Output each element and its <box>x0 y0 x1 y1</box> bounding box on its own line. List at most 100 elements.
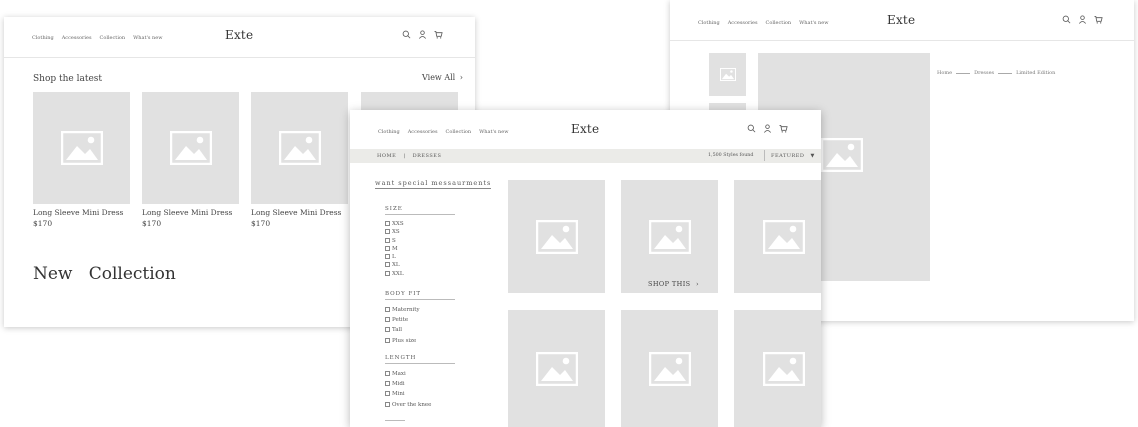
product-image[interactable] <box>508 180 605 293</box>
product-price: $170 <box>142 219 162 228</box>
breadcrumb-home[interactable]: Home <box>937 70 952 76</box>
user-icon[interactable] <box>418 30 427 39</box>
product-image[interactable] <box>734 180 821 293</box>
breadcrumb: Home Dresses Limited Edition <box>937 70 1055 76</box>
brand-logo[interactable]: Exte <box>225 28 253 42</box>
filter-option-label: Maxi <box>392 371 406 377</box>
search-icon[interactable] <box>1062 15 1071 24</box>
filter-option[interactable]: Midi <box>385 379 431 389</box>
checkbox[interactable] <box>385 262 390 268</box>
user-icon[interactable] <box>763 124 772 133</box>
filter-option-label: XXL <box>392 270 404 277</box>
checkbox[interactable] <box>385 391 390 397</box>
cart-icon[interactable] <box>779 124 788 133</box>
breadcrumb-divider <box>998 72 1013 74</box>
nav-collection[interactable]: Collection <box>766 20 792 26</box>
checkbox[interactable] <box>385 221 390 226</box>
nav-clothing[interactable]: Clothing <box>32 35 54 41</box>
checkbox[interactable] <box>385 337 390 343</box>
product-image[interactable] <box>33 92 130 204</box>
filter-option[interactable]: XXS <box>385 220 404 228</box>
breadcrumb-home[interactable]: HOME <box>377 153 396 159</box>
checkbox[interactable] <box>385 371 390 376</box>
nav-accessories[interactable]: Accessories <box>728 20 758 26</box>
home-nav: Clothing Accessories Collection What's n… <box>32 35 163 41</box>
nav-accessories[interactable]: Accessories <box>408 129 438 135</box>
filter-option[interactable]: XS <box>385 228 404 236</box>
filter-option[interactable]: Over the knee <box>385 400 431 410</box>
nav-whats-new[interactable]: What's new <box>133 35 162 41</box>
view-all-link[interactable]: View All › <box>422 73 463 82</box>
brand-logo[interactable]: Exte <box>571 122 599 136</box>
nav-whats-new[interactable]: What's new <box>479 129 508 135</box>
image-placeholder-icon <box>719 68 736 81</box>
filter-option-label: Petite <box>392 317 409 324</box>
checkbox[interactable] <box>385 254 390 260</box>
product-image[interactable] <box>621 180 718 293</box>
thumbnail-image[interactable] <box>709 53 746 96</box>
caret-down-icon: ▼ <box>810 152 815 159</box>
filter-option[interactable]: Maternity <box>385 305 420 315</box>
nav-collection[interactable]: Collection <box>446 129 472 135</box>
filter-option-label: Maternity <box>392 307 420 313</box>
user-icon[interactable] <box>1078 15 1087 24</box>
product-price: $170 <box>251 219 271 228</box>
shop-this-button[interactable]: SHOP THIS › <box>648 280 699 288</box>
home-header: Clothing Accessories Collection What's n… <box>4 17 475 58</box>
cart-icon[interactable] <box>434 30 443 39</box>
filter-length-options: Maxi Midi Mini Over the knee <box>385 369 431 410</box>
checkbox[interactable] <box>385 307 390 312</box>
sort-label: FEATURED <box>771 152 805 159</box>
image-placeholder-icon <box>60 131 103 165</box>
filter-option-label: Tall <box>392 327 403 334</box>
checkbox[interactable] <box>385 229 390 235</box>
filter-body-fit-title: BODY FIT <box>385 291 455 300</box>
view-all-label: View All <box>422 73 456 82</box>
listing-page-window: Clothing Accessories Collection What's n… <box>350 110 821 427</box>
special-measurements-link[interactable]: want special messaurments <box>375 179 492 189</box>
nav-clothing[interactable]: Clothing <box>378 129 400 135</box>
checkbox[interactable] <box>385 237 390 243</box>
checkbox[interactable] <box>385 401 390 407</box>
search-icon[interactable] <box>402 30 411 39</box>
header-icons <box>747 124 788 133</box>
product-name[interactable]: Long Sleeve Mini Dress <box>142 208 232 217</box>
image-placeholder-icon <box>278 131 321 165</box>
product-image[interactable] <box>621 310 718 427</box>
filter-option[interactable]: M <box>385 245 404 253</box>
filter-option[interactable]: XXL <box>385 270 404 278</box>
checkbox[interactable] <box>385 245 390 251</box>
product-image[interactable] <box>142 92 239 204</box>
filter-size-options: XXS XS S M L XL XXL <box>385 220 404 278</box>
checkbox[interactable] <box>385 270 390 276</box>
nav-clothing[interactable]: Clothing <box>698 20 720 26</box>
filter-option[interactable]: Mini <box>385 389 431 399</box>
checkbox[interactable] <box>385 327 390 333</box>
filter-option[interactable]: S <box>385 237 404 245</box>
sort-dropdown[interactable]: FEATURED ▼ <box>764 150 816 161</box>
filter-option[interactable]: Petite <box>385 315 420 325</box>
nav-accessories[interactable]: Accessories <box>62 35 92 41</box>
breadcrumb-dresses[interactable]: Dresses <box>974 70 994 76</box>
product-image[interactable] <box>251 92 348 204</box>
header-icons <box>402 30 443 39</box>
brand-logo[interactable]: Exte <box>887 13 915 27</box>
nav-collection[interactable]: Collection <box>100 35 126 41</box>
product-image[interactable] <box>508 310 605 427</box>
filter-option[interactable]: Plus size <box>385 336 420 346</box>
filter-option[interactable]: XL <box>385 261 404 269</box>
nav-whats-new[interactable]: What's new <box>799 20 828 26</box>
checkbox[interactable] <box>385 317 390 323</box>
filter-length-title: LENGTH <box>385 355 455 364</box>
product-name[interactable]: Long Sleeve Mini Dress <box>33 208 123 217</box>
cart-icon[interactable] <box>1094 15 1103 24</box>
filter-option[interactable]: L <box>385 253 404 261</box>
filter-option[interactable]: Maxi <box>385 369 431 379</box>
filter-option-label: Plus size <box>392 337 417 344</box>
search-icon[interactable] <box>747 124 756 133</box>
product-image[interactable] <box>734 310 821 427</box>
section-title: Shop the latest <box>33 74 103 84</box>
checkbox[interactable] <box>385 381 390 387</box>
product-name[interactable]: Long Sleeve Mini Dress <box>251 208 341 217</box>
filter-option[interactable]: Tall <box>385 325 420 335</box>
